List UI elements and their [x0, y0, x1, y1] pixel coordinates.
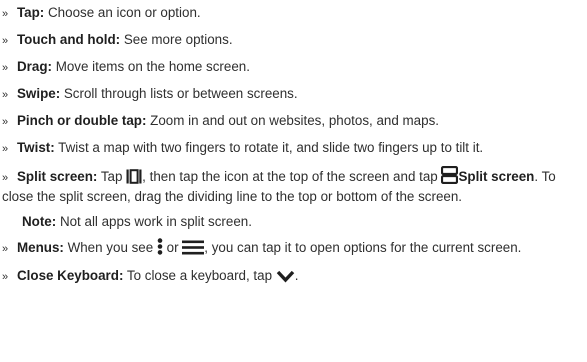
list-item-pinch: » Pinch or double tap: Zoom in and out on… — [2, 112, 587, 131]
term-tap: Tap: — [17, 5, 45, 20]
description: Twist a map with two fingers to rotate i… — [54, 140, 484, 155]
note-text: Not all apps work in split screen. — [56, 214, 252, 229]
list-item-menus: » Menus: When you see or , you can tap it… — [2, 238, 587, 259]
list-item-swipe: » Swipe: Scroll through lists or between … — [2, 85, 587, 104]
term-twist: Twist: — [17, 140, 55, 155]
split-screen-icon — [441, 165, 459, 188]
gestures-document: » Tap: Choose an icon or option. » Touch a… — [0, 0, 587, 362]
term-menus: Menus: — [17, 240, 64, 255]
description: Scroll through lists or between screens. — [60, 86, 298, 101]
recent-apps-icon — [126, 169, 142, 188]
list-item-touch-and-hold: » Touch and hold: See more options. — [2, 31, 587, 50]
description-part: , you can tap it to open options for the… — [204, 240, 522, 255]
list-item-twist: » Twist: Twist a map with two fingers to … — [2, 139, 587, 158]
chevron-down-icon — [276, 270, 295, 287]
note-label: Note: — [22, 214, 57, 229]
bullet: » — [2, 8, 9, 20]
description: Choose an icon or option. — [44, 5, 201, 20]
term-swipe: Swipe: — [17, 86, 61, 101]
menu-icon — [182, 240, 205, 259]
bullet: » — [2, 243, 9, 255]
bullet: » — [2, 143, 9, 155]
bullet: » — [2, 89, 9, 101]
description-part: Tap — [97, 169, 127, 184]
gesture-list-continued: » Menus: When you see or , you can tap it… — [2, 238, 587, 287]
bullet: » — [2, 62, 9, 74]
bullet: » — [2, 271, 9, 283]
list-item-tap: » Tap: Choose an icon or option. — [2, 4, 587, 23]
description-part: . — [294, 268, 299, 283]
term-split-screen: Split screen: — [17, 169, 98, 184]
term-close-keyboard: Close Keyboard: — [17, 268, 124, 283]
term-touch-and-hold: Touch and hold: — [17, 32, 121, 47]
gesture-list: » Tap: Choose an icon or option. » Touch a… — [2, 4, 587, 205]
term-pinch-or-double-tap: Pinch or double tap: — [17, 113, 147, 128]
list-item-drag: » Drag: Move items on the home screen. — [2, 58, 587, 77]
bullet: » — [2, 35, 9, 47]
list-item-split-screen: » Split screen: Tap , then tap the icon a… — [2, 165, 587, 205]
bullet: » — [2, 116, 9, 128]
description: Move items on the home screen. — [51, 59, 250, 74]
note: Note: Not all apps work in split screen. — [22, 213, 587, 230]
term-drag: Drag: — [17, 59, 52, 74]
description-part: , then tap the icon at the top of the sc… — [142, 169, 442, 184]
bullet: » — [2, 172, 9, 184]
description-part: When you see — [63, 240, 157, 255]
description-part: or — [162, 240, 183, 255]
description: Zoom in and out on websites, photos, and… — [146, 113, 439, 128]
description: See more options. — [120, 32, 233, 47]
list-item-close-keyboard: » Close Keyboard: To close a keyboard, ta… — [2, 267, 587, 287]
description-part: To close a keyboard, tap — [123, 268, 276, 283]
term-split-screen-action: Split screen — [458, 169, 535, 184]
